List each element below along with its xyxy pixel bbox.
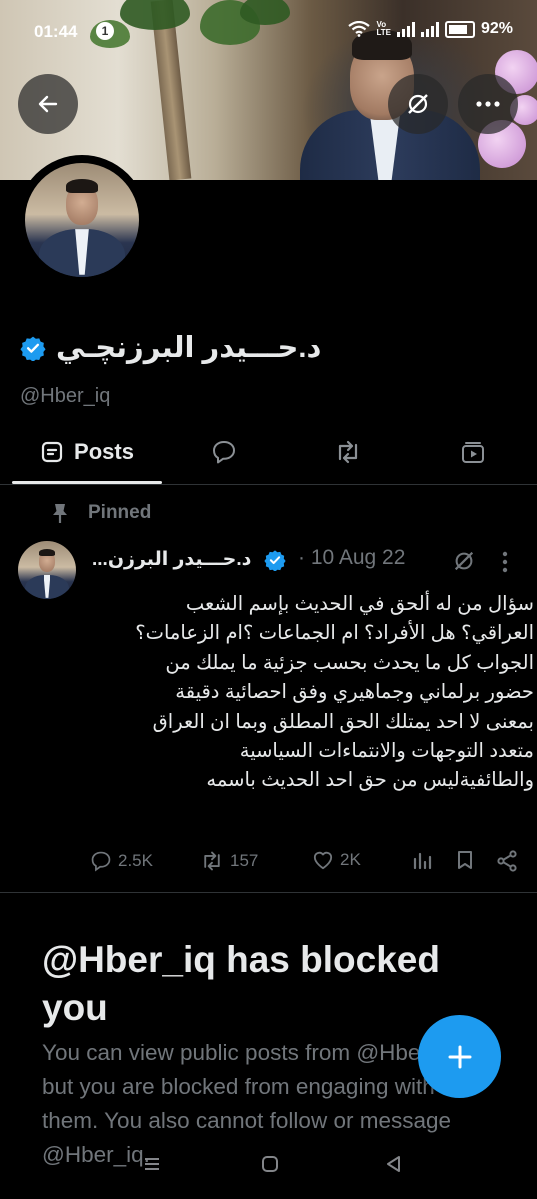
notification-count-badge: 1 xyxy=(96,22,114,40)
more-horizontal-icon xyxy=(476,101,500,107)
arrow-left-icon xyxy=(38,95,58,113)
tab-replies[interactable] xyxy=(194,420,254,484)
verified-badge-icon xyxy=(264,550,286,571)
profile-display-name: د.حـــيدر البرزنچـي xyxy=(56,332,322,364)
section-divider xyxy=(0,892,537,893)
wifi-icon xyxy=(348,21,371,37)
grok-icon xyxy=(408,94,428,114)
plus-icon xyxy=(448,1045,471,1068)
repost-icon xyxy=(338,440,358,464)
recent-apps-icon[interactable] xyxy=(142,1154,162,1174)
network-label-lte: LTE xyxy=(376,28,391,37)
pin-icon xyxy=(53,504,67,523)
bookmark-button[interactable] xyxy=(456,850,474,870)
share-button[interactable] xyxy=(496,850,518,872)
profile-name-row: د.حـــيدر البرزنچـي xyxy=(20,330,321,365)
repost-button[interactable]: 157 xyxy=(200,850,258,872)
verified-badge-icon xyxy=(20,336,46,361)
repost-icon xyxy=(204,851,220,871)
views-button[interactable] xyxy=(412,850,432,870)
tab-posts-label: Posts xyxy=(74,439,134,464)
bookmark-icon xyxy=(458,851,472,869)
status-time: 01:44 xyxy=(34,22,78,41)
post-header: د.حـــيدر البرزن... · 10 Aug 22 xyxy=(92,543,522,579)
back-nav-icon[interactable] xyxy=(384,1154,404,1174)
reply-count: 2.5K xyxy=(118,851,153,870)
reply-icon xyxy=(91,851,111,872)
grok-icon[interactable] xyxy=(452,549,476,573)
post-body-text: سؤال من له ألحق في الحديث بإسم الشعب الع… xyxy=(135,593,534,792)
like-count: 2K xyxy=(340,850,361,869)
signal-2-icon xyxy=(420,21,439,37)
pinned-indicator: Pinned xyxy=(50,502,151,524)
network-type-label: Vo LTE xyxy=(376,21,391,37)
share-icon xyxy=(497,850,517,872)
system-nav-bar xyxy=(0,1150,537,1180)
tab-media[interactable] xyxy=(443,420,503,484)
profile-avatar[interactable] xyxy=(17,155,147,285)
signal-1-icon xyxy=(396,21,415,37)
battery-percent: 92% xyxy=(480,20,513,37)
grok-button[interactable] xyxy=(388,74,448,134)
post-author-avatar[interactable] xyxy=(18,541,76,599)
profile-handle: @Hber_iq xyxy=(20,385,111,407)
tab-posts[interactable]: Posts xyxy=(12,420,162,484)
profile-tabs: Posts xyxy=(0,420,537,485)
posts-icon xyxy=(41,441,63,463)
reply-button[interactable]: 2.5K xyxy=(90,850,153,872)
blocked-notice-title: @Hber_iq has blocked you xyxy=(42,939,440,1028)
profile-avatar-photo xyxy=(25,163,139,277)
reply-bubble-icon xyxy=(213,441,235,464)
tab-reposts[interactable] xyxy=(318,420,378,484)
post-date[interactable]: · 10 Aug 22 xyxy=(298,546,405,570)
post-more-icon[interactable] xyxy=(502,551,508,573)
home-icon[interactable] xyxy=(260,1154,280,1174)
bar-chart-icon xyxy=(413,852,432,870)
media-icon xyxy=(462,442,484,463)
compose-fab-button[interactable] xyxy=(418,1015,501,1098)
repost-count: 157 xyxy=(230,851,259,870)
status-bar: 01:44 1 Vo LTE 92% xyxy=(0,0,537,60)
post-actions: 2.5K 157 2K xyxy=(90,850,520,880)
pinned-label: Pinned xyxy=(88,502,152,523)
battery-icon xyxy=(444,20,475,38)
more-options-button[interactable] xyxy=(458,74,518,134)
active-tab-indicator xyxy=(12,481,162,484)
heart-icon xyxy=(313,851,333,870)
back-button[interactable] xyxy=(18,74,78,134)
status-right-icons: Vo LTE 92% xyxy=(348,20,513,38)
like-button[interactable]: 2K xyxy=(312,850,361,870)
post-author-name[interactable]: د.حـــيدر البرزن... xyxy=(92,548,251,571)
